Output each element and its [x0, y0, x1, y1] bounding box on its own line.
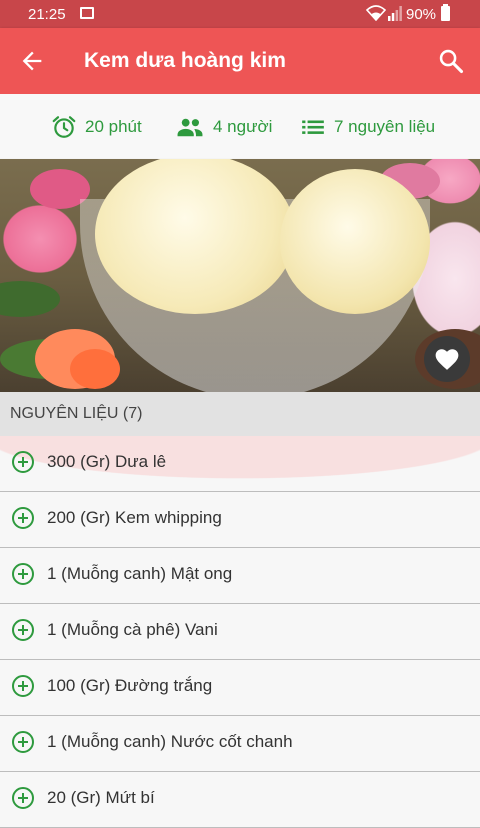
- ingredient-text: 20 (Gr) Mứt bí: [47, 788, 155, 807]
- add-circle-icon[interactable]: [11, 786, 35, 810]
- ingredient-text: 100 (Gr) Đường trắng: [47, 676, 213, 695]
- ingredient-text: 1 (Muỗng canh) Mật ong: [47, 564, 233, 583]
- recipe-photo: [0, 159, 480, 392]
- back-arrow-icon[interactable]: [18, 47, 46, 75]
- add-circle-icon[interactable]: [11, 450, 35, 474]
- status-bar: 21:25 90%: [0, 0, 480, 28]
- add-circle-icon[interactable]: [11, 506, 35, 530]
- favorite-button[interactable]: [424, 336, 470, 382]
- add-circle-icon[interactable]: [11, 730, 35, 754]
- ingredient-row[interactable]: 1 (Muỗng canh) Nước cốt chanh: [0, 716, 480, 772]
- ingredient-text: 300 (Gr) Dưa lê: [47, 452, 167, 471]
- gallery-icon: [80, 7, 94, 19]
- battery-icon: [441, 4, 450, 21]
- ingredient-text: 200 (Gr) Kem whipping: [47, 508, 222, 527]
- ingredients-header: NGUYÊN LIỆU (7): [0, 392, 480, 436]
- alarm-clock-icon: [52, 116, 76, 138]
- add-circle-icon[interactable]: [11, 562, 35, 586]
- heart-icon: [435, 349, 459, 370]
- wifi-icon: [366, 5, 386, 21]
- ingredients-header-title: NGUYÊN LIỆU (7): [10, 405, 143, 422]
- ingredient-row[interactable]: 1 (Muỗng canh) Mật ong: [0, 548, 480, 604]
- app-bar: Kem dưa hoàng kim: [0, 28, 480, 94]
- ingredient-row[interactable]: 20 (Gr) Mứt bí: [0, 772, 480, 828]
- people-icon: [177, 118, 203, 137]
- ingredient-count: 7 nguyên liệu: [300, 114, 435, 140]
- recipe-info-strip: 20 phút 4 người 7 nguyên liệu: [0, 94, 480, 158]
- ice-cream-scoop: [280, 169, 430, 314]
- page-title: Kem dưa hoàng kim: [84, 49, 286, 72]
- servings-text: 4 người: [213, 117, 273, 136]
- ingredient-count-text: 7 nguyên liệu: [334, 117, 436, 136]
- cook-time-text: 20 phút: [85, 117, 142, 136]
- search-icon[interactable]: [437, 47, 465, 75]
- cook-time: 20 phút: [51, 114, 142, 140]
- status-time: 21:25: [28, 6, 66, 23]
- list-icon: [302, 120, 324, 134]
- ingredient-row[interactable]: 300 (Gr) Dưa lê: [0, 436, 480, 492]
- ingredient-list: 300 (Gr) Dưa lê 200 (Gr) Kem whipping 1 …: [0, 436, 480, 828]
- add-circle-icon[interactable]: [11, 674, 35, 698]
- signal-icon: [388, 6, 402, 21]
- add-circle-icon[interactable]: [11, 618, 35, 642]
- ingredient-text: 1 (Muỗng cà phê) Vani: [47, 620, 218, 639]
- ingredient-text: 1 (Muỗng canh) Nước cốt chanh: [47, 732, 293, 751]
- ingredient-row[interactable]: 100 (Gr) Đường trắng: [0, 660, 480, 716]
- battery-percent: 90%: [406, 6, 437, 23]
- ice-cream-scoop: [95, 159, 295, 314]
- ingredient-row[interactable]: 1 (Muỗng cà phê) Vani: [0, 604, 480, 660]
- servings: 4 người: [175, 114, 272, 140]
- ingredient-row[interactable]: 200 (Gr) Kem whipping: [0, 492, 480, 548]
